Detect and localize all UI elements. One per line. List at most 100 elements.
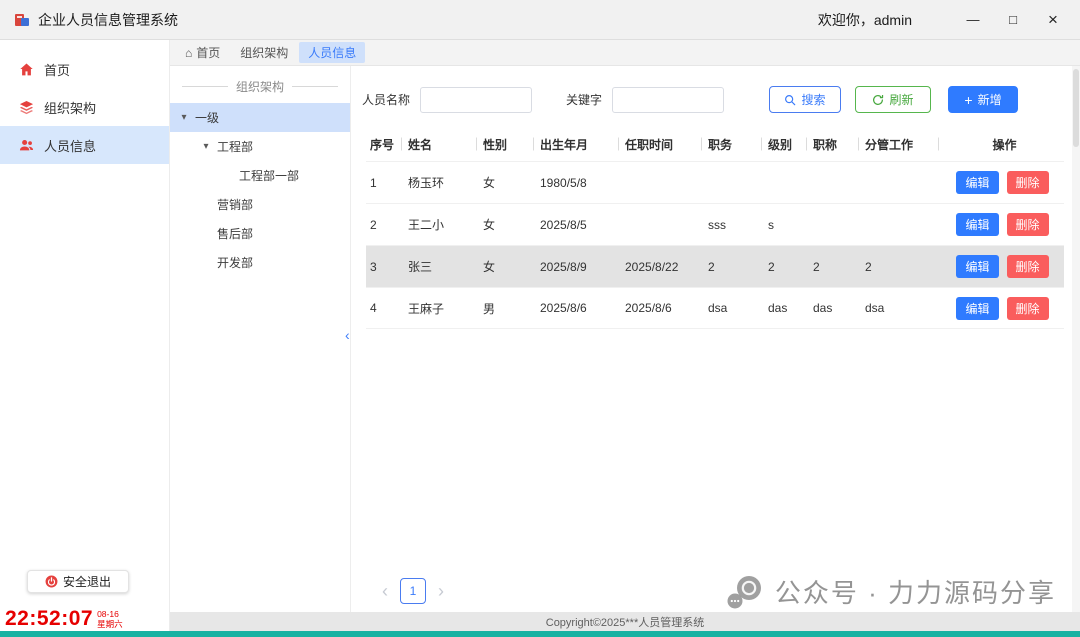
toolbar: 人员名称 关键字 搜索 <box>352 66 1080 113</box>
minimize-button[interactable]: — <box>960 12 986 27</box>
search-button[interactable]: 搜索 <box>769 86 841 113</box>
edit-button[interactable]: 编辑 <box>956 297 998 320</box>
column-header-7: 职称 <box>809 136 861 153</box>
clock-weekday: 星期六 <box>97 619 123 629</box>
tab-label: 组织架构 <box>240 44 288 61</box>
refresh-icon <box>872 94 884 106</box>
add-button[interactable]: + 新增 <box>948 86 1018 113</box>
caret-down-icon[interactable]: ▾ <box>178 112 190 123</box>
app-title: 企业人员信息管理系统 <box>38 10 178 30</box>
scrollbar-thumb[interactable] <box>1073 69 1079 147</box>
sidebar-item-org[interactable]: 组织架构 <box>0 88 169 126</box>
table-cell: dsa <box>704 301 764 315</box>
keyword-input[interactable] <box>612 87 724 113</box>
tree-node-engineering[interactable]: ▾工程部 <box>170 132 350 161</box>
titlebar-right: 欢迎你，admin — □ × <box>818 10 1066 30</box>
tree-title: 组织架构 <box>182 78 338 95</box>
table-cell: 2 <box>704 260 764 274</box>
column-header-8: 分管工作 <box>861 136 941 153</box>
sidebar-item-label: 组织架构 <box>44 98 96 117</box>
edit-button[interactable]: 编辑 <box>956 255 998 278</box>
table-cell: 2 <box>764 260 809 274</box>
column-header-6: 级别 <box>764 136 809 153</box>
edit-button[interactable]: 编辑 <box>956 213 998 236</box>
table-cell: 张三 <box>404 258 479 275</box>
tab-label: 人员信息 <box>308 44 356 61</box>
table-cell: dsa <box>861 301 941 315</box>
tree-node-after-sales[interactable]: 售后部 <box>170 219 350 248</box>
table-cell: 2 <box>809 260 861 274</box>
refresh-button[interactable]: 刷新 <box>855 86 931 113</box>
clock-date: 08-16 <box>97 609 123 619</box>
tree-node-level-1[interactable]: ▾ 一级 <box>170 103 350 132</box>
tree-node-label: 工程部一部 <box>239 167 299 184</box>
column-header-3: 出生年月 <box>536 136 621 153</box>
table-cell: 2025/8/6 <box>536 301 621 315</box>
sidebar-item-personnel[interactable]: 人员信息 <box>0 126 169 164</box>
sidebar-menu: 首页组织架构人员信息 <box>0 40 169 164</box>
table-cell: 女 <box>479 216 536 233</box>
table-cell: 杨玉环 <box>404 174 479 191</box>
collapse-panel-icon[interactable]: ‹ <box>345 328 350 342</box>
tab-label: 首页 <box>196 44 220 61</box>
caret-down-icon[interactable]: ▾ <box>200 141 212 152</box>
table-cell: 1980/5/8 <box>536 176 621 190</box>
layers-icon <box>18 100 34 115</box>
column-header-4: 任职时间 <box>621 136 704 153</box>
table-cell: 女 <box>479 258 536 275</box>
app-logo-icon <box>14 12 30 28</box>
table-cell: 女 <box>479 174 536 191</box>
tree-node-label: 开发部 <box>217 254 253 271</box>
search-button-label: 搜索 <box>801 91 825 108</box>
tree-node-engineering-sub-1[interactable]: 工程部一部 <box>170 161 350 190</box>
delete-button[interactable]: 删除 <box>1007 297 1049 320</box>
clock-time: 22:52:07 <box>5 607 93 631</box>
close-button[interactable]: × <box>1040 11 1066 28</box>
table-row-4[interactable]: 4王麻子男2025/8/62025/8/6dsadasdasdsa编辑删除 <box>366 287 1064 329</box>
watermark: 公众号 · 力力源码分享 <box>725 573 1056 610</box>
refresh-button-label: 刷新 <box>889 91 913 108</box>
table-row-2[interactable]: 2王二小女2025/8/5ssss编辑删除 <box>366 203 1064 245</box>
logout-label: 安全退出 <box>63 573 111 590</box>
home-icon: ⌂ <box>185 46 192 60</box>
row-actions: 编辑删除 <box>941 297 1064 320</box>
edit-button[interactable]: 编辑 <box>956 171 998 194</box>
column-header-9: 操作 <box>941 136 1064 153</box>
table-cell: 2025/8/5 <box>536 218 621 232</box>
table-cell: sss <box>704 218 764 232</box>
row-actions: 编辑删除 <box>941 213 1064 236</box>
table-cell: 4 <box>366 301 404 315</box>
plus-icon: + <box>964 93 972 107</box>
content-area: ⌂首页组织架构人员信息 组织架构 ▾一级▾工程部工程部一部营销部售后部开发部 ‹… <box>170 40 1080 631</box>
table-header: 序号姓名性别出生年月任职时间职务级别职称分管工作操作 <box>366 127 1064 161</box>
logout-button[interactable]: 安全退出 <box>27 570 129 593</box>
table-cell: das <box>809 301 861 315</box>
delete-button[interactable]: 删除 <box>1007 171 1049 194</box>
table-row-3[interactable]: 3张三女2025/8/92025/8/222222编辑删除 <box>366 245 1064 287</box>
tree-node-development[interactable]: 开发部 <box>170 248 350 277</box>
row-actions: 编辑删除 <box>941 171 1064 194</box>
table-cell: das <box>764 301 809 315</box>
table-cell: 1 <box>366 176 404 190</box>
column-header-5: 职务 <box>704 136 764 153</box>
vertical-scrollbar[interactable] <box>1072 66 1080 612</box>
tab-org[interactable]: 组织架构 <box>231 42 297 63</box>
sidebar-item-home[interactable]: 首页 <box>0 50 169 88</box>
maximize-button[interactable]: □ <box>1000 12 1026 27</box>
column-header-0: 序号 <box>366 136 404 153</box>
next-page-icon[interactable]: › <box>438 582 444 600</box>
main-panel: 人员名称 关键字 搜索 <box>352 66 1080 612</box>
tree-node-label: 一级 <box>195 109 219 126</box>
home-icon <box>18 62 34 77</box>
name-input[interactable] <box>420 87 532 113</box>
page-number[interactable]: 1 <box>400 578 426 604</box>
add-button-label: 新增 <box>978 91 1002 108</box>
table-cell: 2025/8/6 <box>621 301 704 315</box>
tree-node-marketing[interactable]: 营销部 <box>170 190 350 219</box>
table-row-1[interactable]: 1杨玉环女1980/5/8 编辑删除 <box>366 161 1064 203</box>
prev-page-icon[interactable]: ‹ <box>382 582 388 600</box>
delete-button[interactable]: 删除 <box>1007 213 1049 236</box>
tab-home[interactable]: ⌂ 首页 <box>176 42 229 63</box>
delete-button[interactable]: 删除 <box>1007 255 1049 278</box>
tab-personnel[interactable]: 人员信息 <box>299 42 365 63</box>
